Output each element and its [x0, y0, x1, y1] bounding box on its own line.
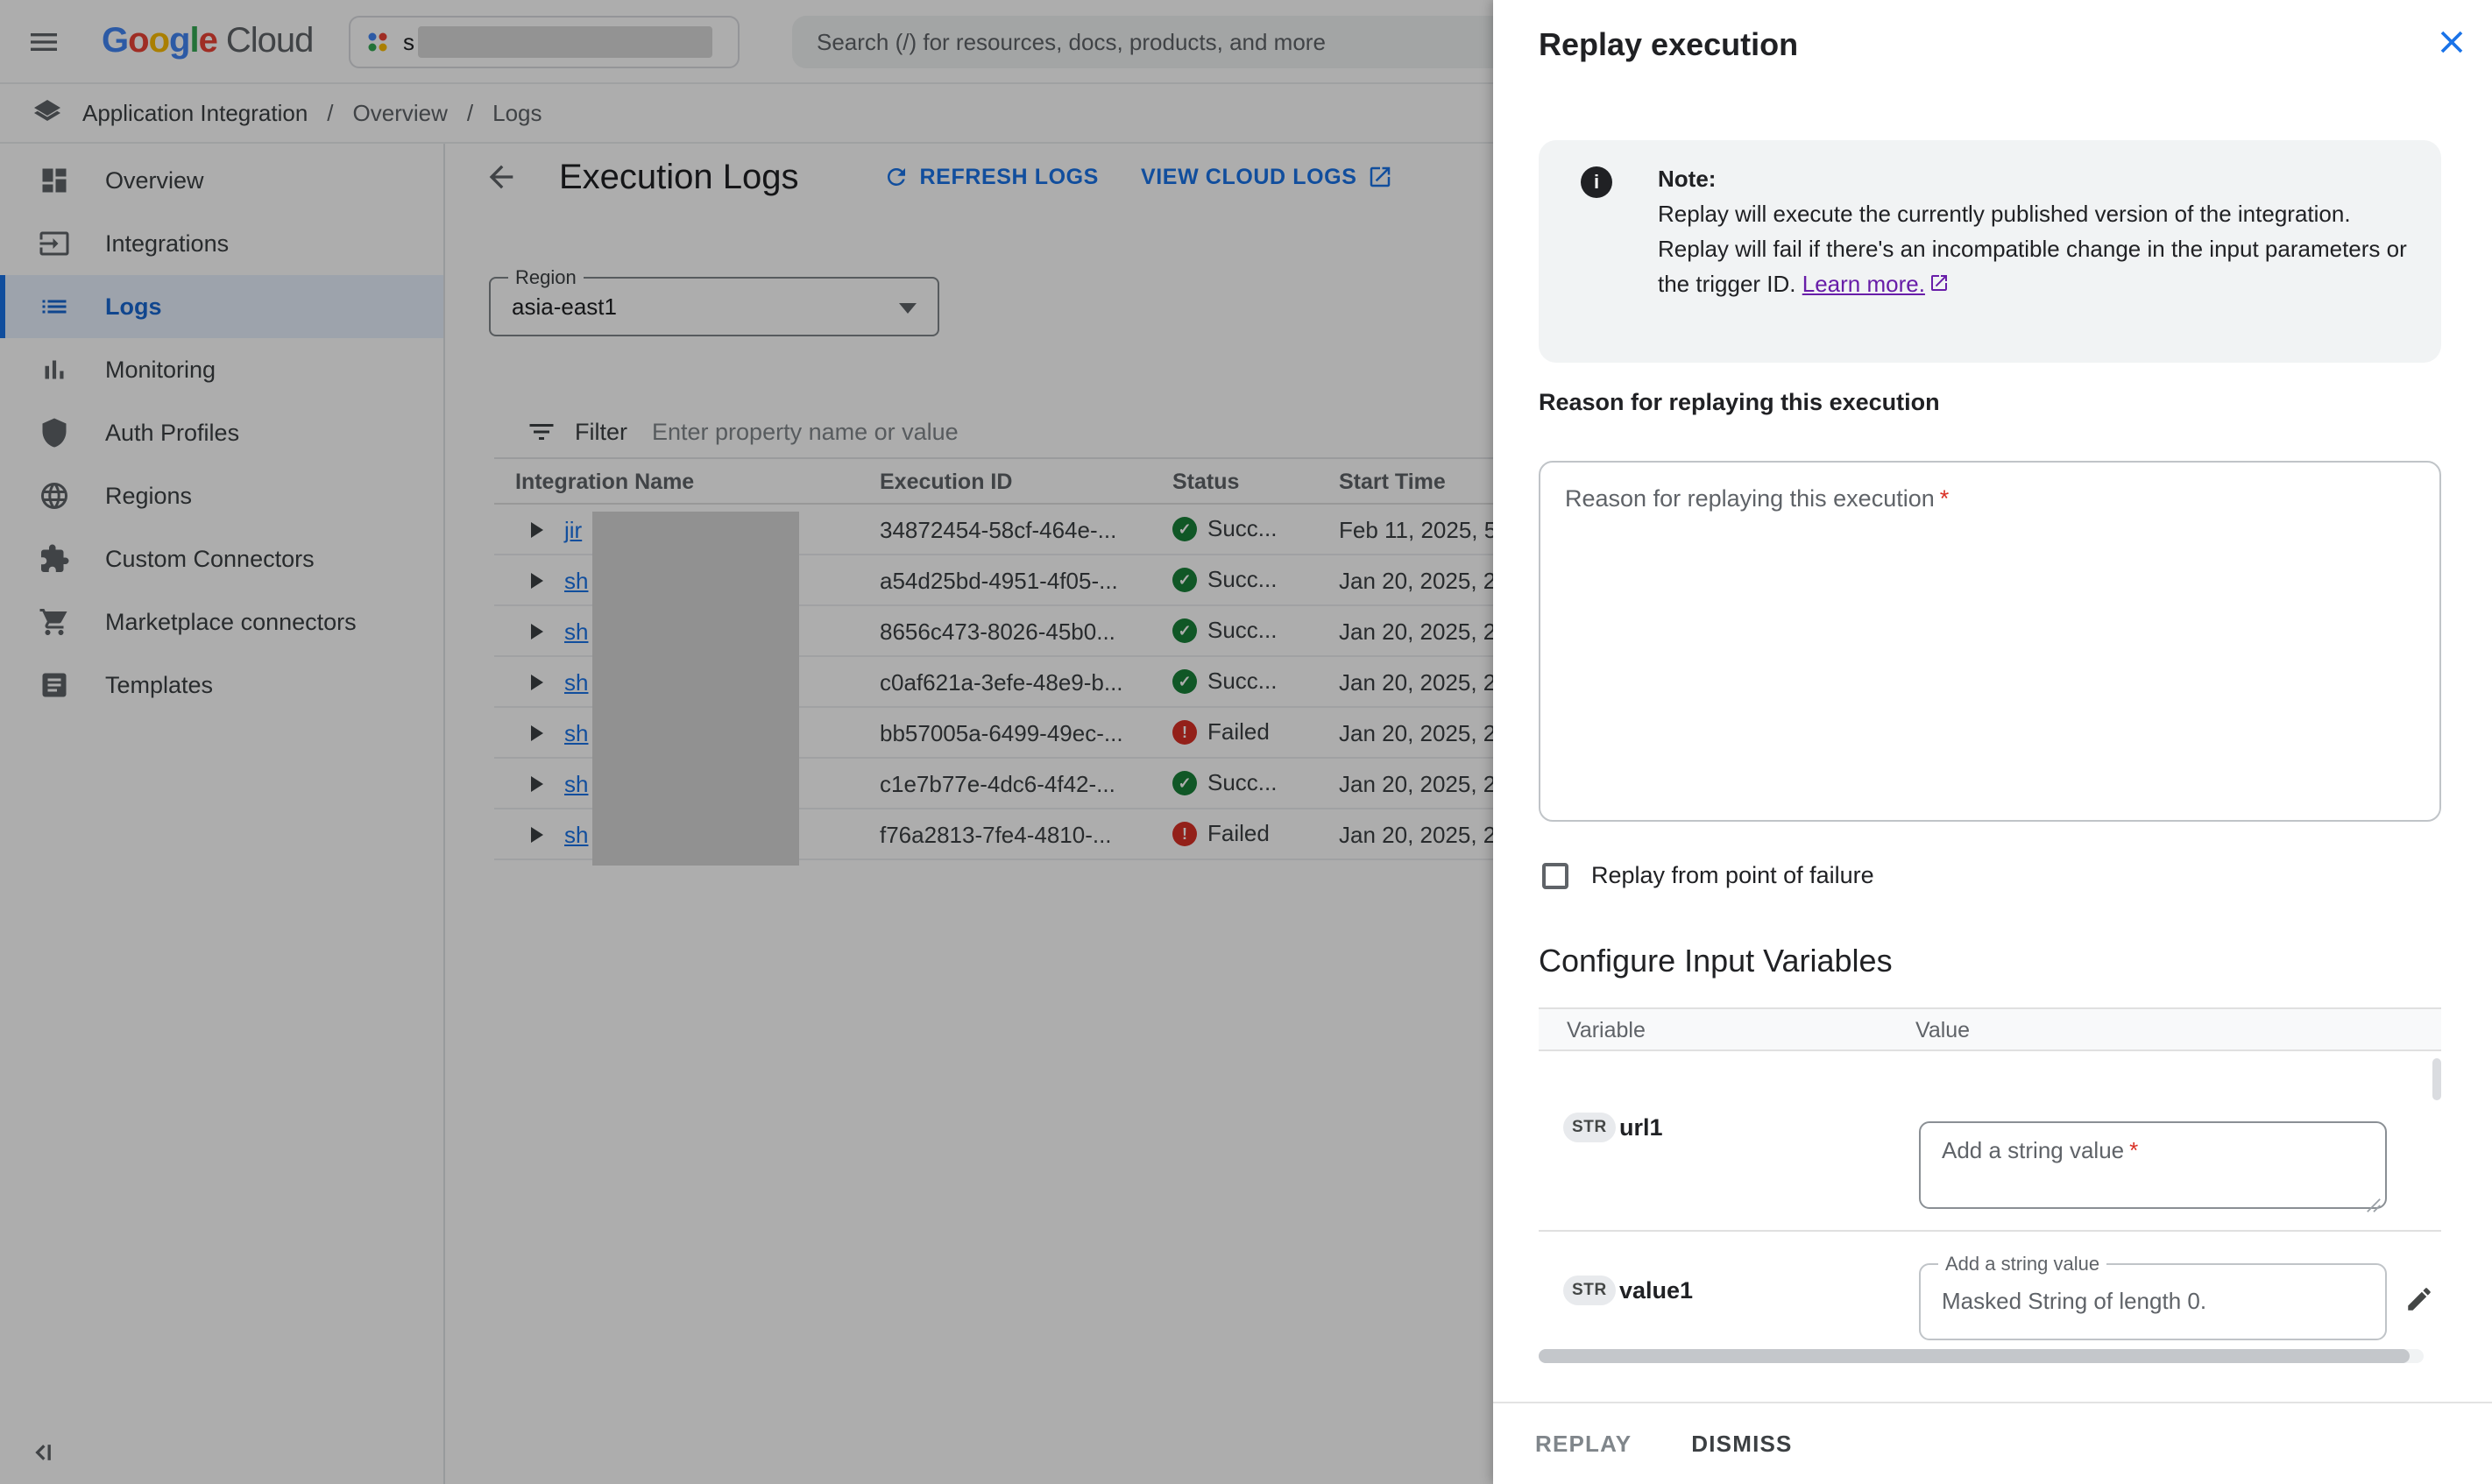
masked-value-text: Masked String of length 0. — [1921, 1265, 2385, 1338]
note-text: Note: Replay will execute the currently … — [1658, 161, 2415, 301]
panel-footer: REPLAY DISMISS — [1493, 1402, 2492, 1484]
variable-name: url1 — [1619, 1114, 1663, 1141]
variables-table-header: Variable Value — [1539, 1007, 2441, 1051]
column-value: Value — [1915, 1018, 1970, 1043]
checkbox-label: Replay from point of failure — [1591, 862, 1874, 889]
variable-row-url1: STR url1 Add a string value* — [1539, 1051, 2441, 1232]
close-icon[interactable] — [2432, 23, 2471, 61]
replay-button[interactable]: REPLAY — [1535, 1431, 1632, 1458]
learn-more-link[interactable]: Learn more. — [1802, 271, 1925, 297]
configure-input-variables-title: Configure Input Variables — [1539, 943, 1893, 979]
variable-name: value1 — [1619, 1277, 1693, 1304]
replay-from-failure-option[interactable]: Replay from point of failure — [1542, 862, 1874, 889]
replay-from-failure-checkbox[interactable] — [1542, 863, 1568, 889]
modal-scrim — [0, 0, 1493, 1484]
type-badge-str: STR — [1563, 1276, 1616, 1305]
horizontal-scrollbar[interactable] — [1539, 1349, 2424, 1363]
value1-field-label: Add a string value — [1938, 1253, 2106, 1276]
variables-table: Variable Value STR url1 Add a string val… — [1539, 1007, 2441, 1358]
panel-title: Replay execution — [1539, 26, 1798, 63]
resize-handle-icon[interactable] — [2366, 1188, 2382, 1204]
reason-label: Reason for replaying this execution — [1539, 389, 1940, 416]
edit-pencil-icon[interactable] — [2404, 1284, 2434, 1314]
column-variable: Variable — [1567, 1018, 1646, 1043]
type-badge-str: STR — [1563, 1113, 1616, 1142]
note-card: i Note: Replay will execute the currentl… — [1539, 140, 2441, 363]
variable-row-value1: STR value1 Add a string value Masked Str… — [1539, 1232, 2441, 1358]
replay-execution-panel: Replay execution i Note: Replay will exe… — [1493, 0, 2492, 1484]
note-title: Note: — [1658, 161, 2415, 196]
required-asterisk: * — [2129, 1137, 2138, 1163]
reason-placeholder: Reason for replaying this execution — [1565, 485, 1935, 512]
value1-value-field[interactable]: Add a string value Masked String of leng… — [1919, 1263, 2387, 1340]
open-in-new-icon — [1929, 272, 1950, 293]
note-body: Replay will execute the currently publis… — [1658, 201, 2407, 297]
url1-value-textarea[interactable]: Add a string value* — [1919, 1121, 2387, 1209]
info-icon: i — [1581, 166, 1612, 198]
required-asterisk: * — [1940, 485, 1950, 512]
scrollbar-thumb[interactable] — [1539, 1349, 2410, 1363]
dismiss-button[interactable]: DISMISS — [1691, 1431, 1792, 1458]
google-cloud-console: GoogleCloud s Application Integration / … — [0, 0, 2492, 1484]
reason-textarea[interactable]: Reason for replaying this execution* — [1539, 461, 2441, 822]
